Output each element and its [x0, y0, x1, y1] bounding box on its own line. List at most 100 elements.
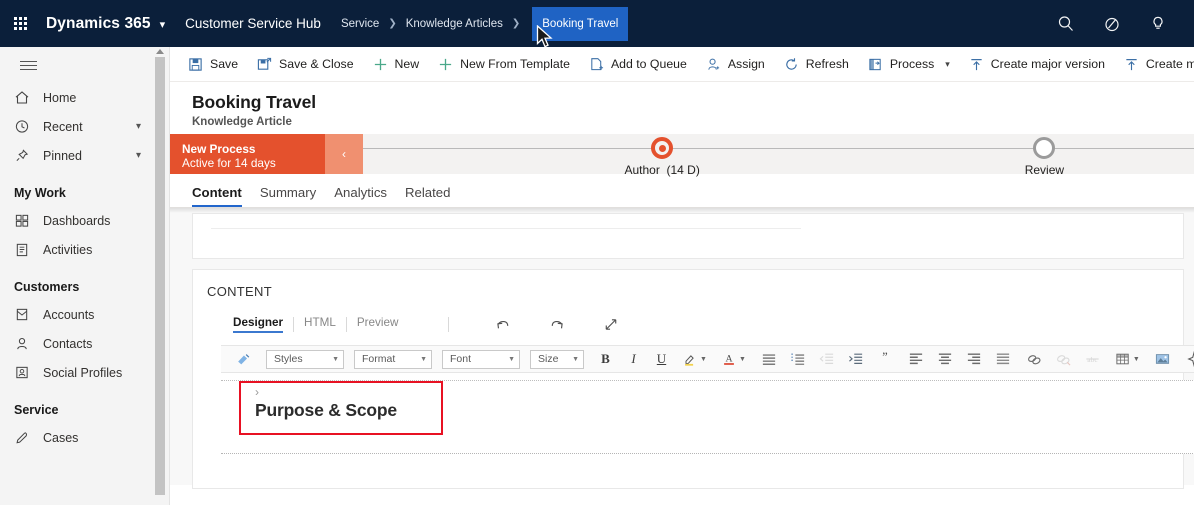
process-stage-track: Author (14 D) Review — [363, 134, 1194, 177]
create-major-version-button[interactable]: Create major version — [959, 48, 1114, 81]
process-button[interactable]: Process ▾ — [858, 48, 959, 81]
decrease-indent-button[interactable] — [816, 346, 838, 372]
align-center-button[interactable] — [934, 346, 956, 372]
content-heading-block[interactable]: › Purpose & Scope — [239, 381, 443, 435]
sidebar-scrollbar[interactable] — [155, 49, 165, 501]
rich-text-toolbar: Styles ▼ Format ▼ Font ▼ Size ▼ B I U ▼ … — [221, 345, 1194, 373]
process-stage-author[interactable]: Author (14 D) — [607, 137, 717, 177]
size-dropdown[interactable]: Size ▼ — [530, 349, 584, 369]
align-left-button[interactable] — [905, 346, 927, 372]
sidebar-item-label: Pinned — [43, 148, 82, 163]
tab-related[interactable]: Related — [405, 185, 450, 207]
format-painter-icon[interactable] — [232, 346, 255, 372]
editor-mode-preview[interactable]: Preview — [347, 316, 409, 333]
lightbulb-icon[interactable] — [1148, 14, 1168, 34]
sidebar-item-social-profiles[interactable]: Social Profiles — [0, 358, 169, 387]
command-label: Create major version — [990, 57, 1105, 71]
tab-analytics[interactable]: Analytics — [334, 185, 387, 207]
justify-button[interactable] — [992, 346, 1014, 372]
breadcrumb-item-service[interactable]: Service — [339, 18, 381, 30]
chevron-down-icon[interactable]: ▾ — [160, 18, 166, 31]
editor-mode-bar: Designer HTML Preview — [231, 311, 1183, 337]
chevron-right-icon[interactable]: › — [255, 386, 441, 398]
add-to-queue-button[interactable]: Add to Queue — [579, 48, 696, 81]
sidebar-item-home[interactable]: Home — [0, 83, 169, 112]
save-and-close-button[interactable]: Save & Close — [247, 48, 363, 81]
insert-table-button[interactable]: ▼ — [1112, 346, 1143, 372]
command-label: New From Template — [460, 57, 570, 71]
app-name: Customer Service Hub — [185, 16, 321, 31]
sidebar-item-accounts[interactable]: Accounts — [0, 300, 169, 329]
process-previous-stage-button[interactable]: ‹ — [325, 134, 363, 174]
editor-mode-designer[interactable]: Designer — [231, 316, 293, 333]
process-stage-summary[interactable]: New Process Active for 14 days — [170, 134, 325, 174]
styles-dropdown[interactable]: Styles ▼ — [266, 349, 344, 369]
scrollbar-thumb[interactable] — [155, 57, 165, 495]
numbered-list-button[interactable] — [787, 346, 809, 372]
editor-mode-html[interactable]: HTML — [294, 316, 346, 333]
top-navigation-actions — [1056, 0, 1186, 47]
redo-icon[interactable] — [537, 316, 577, 333]
sidebar-item-cases[interactable]: Cases — [0, 423, 169, 452]
process-status: Active for 14 days — [182, 156, 276, 170]
search-icon[interactable] — [1056, 14, 1076, 34]
assign-button[interactable]: Assign — [696, 48, 774, 81]
focused-inbox-icon[interactable] — [1102, 14, 1122, 34]
strikethrough-button[interactable]: abc — [1081, 346, 1104, 372]
plus-icon — [437, 56, 454, 72]
navigation-toggle-button[interactable] — [0, 47, 169, 83]
save-button[interactable]: Save — [178, 48, 247, 81]
bold-button[interactable]: B — [595, 346, 616, 372]
chevron-down-icon: ▼ — [332, 355, 339, 363]
command-label: Save & Close — [279, 57, 354, 71]
minor-version-icon — [1123, 56, 1140, 72]
smart-assist-icon[interactable] — [1183, 346, 1194, 372]
rich-text-editor-body[interactable]: › Purpose & Scope — [221, 380, 1194, 454]
sidebar-item-dashboards[interactable]: Dashboards — [0, 206, 169, 235]
scroll-up-arrow-icon[interactable] — [156, 49, 164, 54]
sidebar-item-activities[interactable]: Activities — [0, 235, 169, 264]
italic-button[interactable]: I — [623, 346, 644, 372]
format-dropdown[interactable]: Format ▼ — [354, 349, 432, 369]
field-divider — [211, 228, 801, 229]
mode-divider — [448, 316, 450, 332]
breadcrumb-item-knowledge-articles[interactable]: Knowledge Articles — [404, 18, 505, 30]
insert-image-button[interactable] — [1151, 346, 1174, 372]
tab-content[interactable]: Content — [192, 185, 242, 207]
process-stage-review[interactable]: Review — [989, 137, 1099, 177]
expand-icon[interactable] — [591, 316, 631, 333]
insert-link-button[interactable] — [1023, 346, 1046, 372]
new-button[interactable]: New — [363, 48, 429, 81]
highlight-color-button[interactable]: ▼ — [679, 346, 710, 372]
font-dropdown[interactable]: Font ▼ — [442, 349, 520, 369]
align-right-button[interactable] — [963, 346, 985, 372]
chevron-down-icon[interactable]: ▾ — [945, 59, 950, 70]
breadcrumb-item-booking-travel[interactable]: Booking Travel — [532, 6, 629, 41]
sidebar-item-recent[interactable]: Recent ▾ — [0, 112, 169, 141]
hamburger-icon — [20, 60, 37, 70]
chevron-down-icon: ▼ — [1132, 355, 1140, 363]
tab-summary[interactable]: Summary — [260, 185, 316, 207]
command-bar: Save Save & Close New New From Template — [170, 47, 1194, 82]
font-color-button[interactable]: A ▼ — [718, 346, 749, 372]
sidebar-item-pinned[interactable]: Pinned ▾ — [0, 141, 169, 170]
new-from-template-button[interactable]: New From Template — [428, 48, 579, 81]
underline-button[interactable]: U — [651, 346, 672, 372]
chevron-down-icon[interactable]: ▾ — [136, 150, 141, 161]
create-minor-version-button[interactable]: Create minor v — [1114, 48, 1194, 81]
chevron-down-icon[interactable]: ▾ — [136, 121, 141, 132]
remove-link-button[interactable] — [1052, 346, 1075, 372]
blockquote-button[interactable]: ” — [875, 346, 896, 372]
bulleted-list-button[interactable] — [758, 346, 780, 372]
home-icon — [14, 89, 35, 107]
svg-text:”: ” — [883, 352, 888, 364]
command-label: Save — [210, 57, 239, 71]
increase-indent-button[interactable] — [845, 346, 867, 372]
app-launcher-button[interactable] — [0, 0, 40, 47]
refresh-button[interactable]: Refresh — [774, 48, 858, 81]
stage-active-indicator-icon — [651, 137, 674, 159]
undo-icon[interactable] — [483, 316, 523, 333]
save-icon — [187, 56, 204, 72]
top-section-card — [192, 213, 1184, 259]
sidebar-item-contacts[interactable]: Contacts — [0, 329, 169, 358]
